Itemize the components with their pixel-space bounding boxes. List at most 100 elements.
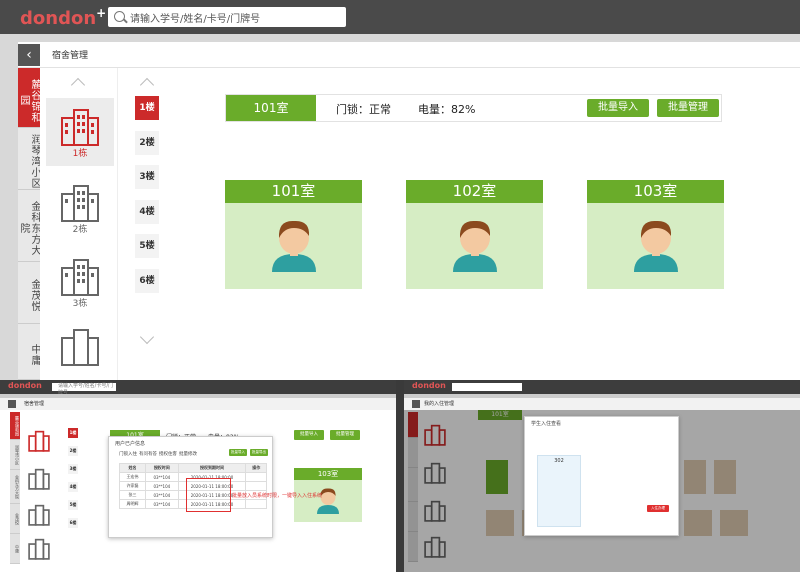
building-icon [61,259,99,296]
floor-item-2[interactable]: 2楼 [135,131,159,155]
breadcrumb: ‹ 宿舍管理 [18,42,800,68]
chevron-down-icon[interactable] [139,329,155,345]
dialog-tab-1: 门锁入住 [119,452,137,457]
chevron-up-icon[interactable] [139,77,155,93]
mini-floor-4: 4楼 [68,482,78,492]
mini-room-card-title: 103室 [294,468,362,480]
dialog-tab-4: 批量修改 [179,452,197,457]
table-cell: 许家磊 [118,481,147,491]
resident-avatar-icon [452,220,497,272]
building-item-4[interactable] [46,318,114,380]
room-detail-dialog: 学生入住查看 302 入住办理 [524,416,679,536]
mini-floor-2: 2楼 [68,446,78,456]
mini-avatar-icon [317,488,339,514]
building-label: 2栋 [72,225,88,235]
community-item-1[interactable]: 麓谷锦和园 [18,68,40,128]
logo-plus: + [96,6,107,20]
highlight-box [186,478,231,512]
building-label: 1栋 [72,149,88,159]
mini-strip [404,394,800,398]
room-card-title: 101室 [225,180,362,203]
building-item-1[interactable]: 1栋 [46,98,114,166]
mini-floor-3: 3楼 [68,464,78,474]
power-level: 电量：82% [418,103,476,116]
back-button[interactable]: ‹ [18,44,40,66]
mini-building-icon [28,538,50,560]
mini-header: dondon [404,380,800,394]
room-card-102[interactable]: 102室 [406,180,543,289]
community-item-5[interactable]: 中庸 [18,324,40,380]
resident-avatar-icon [633,220,678,272]
floor-item-6[interactable]: 6楼 [135,269,159,293]
main-screen: dondon+ 请输入学号/姓名/卡号/门牌号 ‹ 宿舍管理 麓谷锦和园 润琴湾… [0,0,800,380]
floor-item-5[interactable]: 5楼 [135,234,159,258]
logo-text: dondon [20,8,97,29]
mini-search: 请输入学号/姓名/卡号/门牌号 [52,383,116,396]
community-item-4[interactable]: 金茂悦 [18,262,40,324]
table-cell: 03**104 [145,472,179,482]
building-label: 3栋 [72,299,88,309]
room-seat-map: 302 [537,455,581,527]
table-cell [245,481,267,491]
table-header: 授权时间 [145,463,179,473]
batch-manage-button[interactable]: 批量管理 [657,99,719,117]
page-title: 宿舍管理 [52,51,89,61]
community-list: 麓谷锦和园 润琴湾小区 金科东方大院 金茂悦 中庸 [18,68,40,380]
search-input[interactable]: 请输入学号/姓名/卡号/门牌号 [108,7,346,27]
mini-logo: dondon [8,381,42,390]
mini-back-icon [8,400,16,408]
lock-status: 门锁：正常 [336,103,391,116]
mini-building-icon [28,430,50,452]
building-icon [61,185,99,222]
table-cell [245,472,267,482]
mini-title: 宿舍管理 [24,401,45,407]
mini-logo: dondon [412,381,446,390]
room-card-103[interactable]: 103室 [587,180,724,289]
community-item-2[interactable]: 润琴湾小区 [18,128,40,190]
room-card-title: 102室 [406,180,543,203]
preview-panel-room-detail: dondon 我的入住管理 101室 学生入住查看 302 入住办理 [404,380,800,572]
table-cell: 周明辉 [118,499,147,509]
batch-import-button[interactable]: 批量导入 [587,99,649,117]
table-header-row: 姓名 授权时间 授权到期时间 操作 [118,463,267,473]
room-card-101[interactable]: 101室 [225,180,362,289]
mini-strip [0,394,396,398]
mini-import-button: 批量导入 [294,430,324,440]
table-cell [245,499,267,509]
table-header: 姓名 [118,463,147,473]
dialog-room-number: 302 [554,458,564,464]
room-card-title: 103室 [587,180,724,203]
mini-floor-6: 6楼 [68,518,78,528]
app-logo[interactable]: dondon+ [20,6,106,29]
dialog-title: 用户已户信息 [115,441,146,447]
search-icon [114,11,125,22]
mini-back-icon [412,400,420,408]
floor-item-4[interactable]: 4楼 [135,200,159,224]
table-cell: 03**104 [145,499,179,509]
table-cell: 03**104 [145,490,179,500]
table-header: 授权到期时间 [177,463,247,473]
mini-building-icon [28,504,50,526]
table-header: 操作 [245,463,267,473]
building-item-3[interactable]: 3栋 [46,248,114,316]
building-item-2[interactable]: 2栋 [46,174,114,242]
mini-building-icon [28,468,50,490]
mini-community-3: 金科东方大院 [10,470,20,504]
dialog-import-button: 批量导入 [229,449,247,456]
floor-item-3[interactable]: 3楼 [135,165,159,189]
dialog-export-button: 批量导出 [250,449,268,456]
annotation-text: 批量放入员系统时限，一键导入入住系统 [232,493,323,499]
selected-room-label: 101室 [226,95,316,121]
room-info-bar: 101室 门锁：正常 电量：82% 批量导入 批量管理 [225,94,722,122]
mini-floor-5: 5楼 [68,500,78,510]
chevron-up-icon[interactable] [70,77,86,93]
mini-community-5: 中庸 [10,534,20,564]
table-cell: 03**104 [145,481,179,491]
mini-title: 我的入住管理 [424,401,455,407]
community-item-3[interactable]: 金科东方大院 [18,190,40,262]
floor-list: 1楼 2楼 3楼 4楼 5楼 6楼 [118,68,178,380]
preview-panel-batch-import: dondon 请输入学号/姓名/卡号/门牌号 宿舍管理 麓谷锦和园 润琴湾小区 … [0,380,396,572]
left-rail [0,42,18,380]
mini-floor-1: 1楼 [68,428,78,438]
floor-item-1[interactable]: 1楼 [135,96,159,120]
